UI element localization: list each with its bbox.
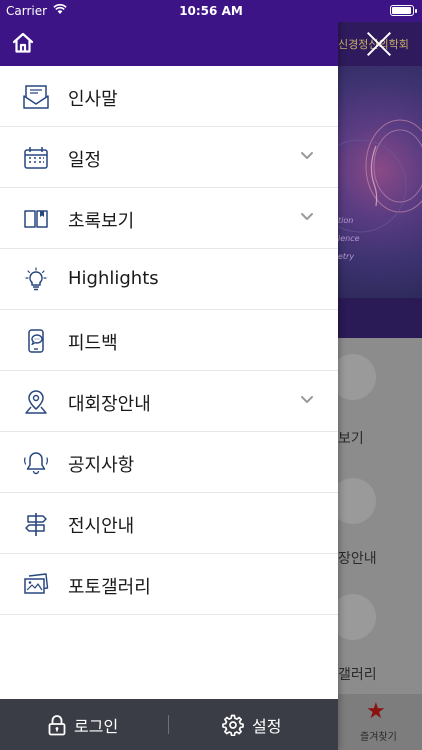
menu-item-greeting[interactable]: 인사말	[0, 66, 338, 127]
login-label: 로그인	[74, 716, 119, 736]
signpost-icon	[25, 513, 47, 536]
menu-item-venue[interactable]: 대회장안내	[0, 371, 338, 432]
star-icon: ★	[366, 699, 386, 724]
menu-item-label: 포토갤러리	[68, 577, 151, 598]
bg-strip	[338, 298, 422, 338]
gear-icon	[222, 714, 244, 736]
menu-item-label: 피드백	[68, 333, 118, 354]
face-silhouette-image	[338, 119, 422, 233]
menu-item-label: 인사말	[68, 89, 118, 110]
menu-item-label: 공지사항	[68, 455, 135, 476]
menu-item-exhibition[interactable]: 전시안내	[0, 493, 338, 554]
feedback-icon	[28, 329, 44, 353]
bottom-bar-divider	[168, 715, 169, 734]
envelope-icon	[23, 85, 49, 109]
bg-banner: tion ience etry	[338, 66, 422, 298]
close-drawer-button[interactable]	[365, 30, 393, 58]
map-pin-icon	[25, 390, 47, 414]
home-icon[interactable]	[11, 31, 35, 55]
lightbulb-icon	[25, 267, 47, 291]
menu-item-label: Highlights	[68, 268, 159, 289]
menu-item-notices[interactable]: 공지사항	[0, 432, 338, 493]
menu-item-label: 초록보기	[68, 211, 135, 232]
bg-banner-line: etry	[338, 252, 355, 261]
menu-item-label: 대회장안내	[68, 394, 151, 415]
menu-item-highlights[interactable]: Highlights	[0, 249, 338, 310]
menu-list: 인사말 일정 초록보기 Highlights 피드백 대회장안내 공지사항 전시…	[0, 66, 338, 615]
status-time: 10:56 AM	[179, 4, 243, 18]
menu-item-schedule[interactable]: 일정	[0, 127, 338, 188]
status-bar: Carrier 10:56 AM	[0, 0, 422, 22]
bg-tile-label: 갤러리	[338, 667, 377, 683]
bg-tile-icon	[338, 478, 376, 524]
settings-button[interactable]: 설정	[222, 699, 281, 750]
battery-icon	[390, 5, 417, 16]
drawer-bottom-bar: 로그인 설정	[0, 699, 338, 750]
bg-tile-label: 장안내	[338, 551, 377, 567]
bg-banner-line: ience	[338, 234, 360, 243]
bg-tile-icon	[338, 354, 376, 400]
photos-icon	[24, 573, 49, 594]
menu-item-abstracts[interactable]: 초록보기	[0, 188, 338, 249]
background-app: 신경정신의학회 tion ience etry 보기 장안내 갤러리 ★ 즐겨찾…	[338, 0, 422, 750]
chevron-down-icon[interactable]	[299, 211, 315, 223]
chevron-down-icon[interactable]	[299, 394, 315, 406]
bg-body: 보기 장안내 갤러리	[338, 338, 422, 694]
calendar-icon	[24, 147, 48, 169]
chevron-down-icon[interactable]	[299, 150, 315, 162]
menu-item-photo-gallery[interactable]: 포토갤러리	[0, 554, 338, 615]
side-drawer: 인사말 일정 초록보기 Highlights 피드백 대회장안내 공지사항 전시…	[0, 0, 338, 750]
lock-icon	[48, 714, 66, 735]
bg-tile-icon	[338, 594, 376, 640]
settings-label: 설정	[252, 716, 282, 736]
bg-tile-label: 보기	[338, 431, 364, 447]
menu-item-label: 전시안내	[68, 516, 135, 537]
bg-banner-line: tion	[338, 216, 354, 225]
menu-item-feedback[interactable]: 피드백	[0, 310, 338, 371]
menu-item-label: 일정	[68, 150, 102, 171]
bell-icon	[24, 452, 48, 475]
book-icon	[24, 210, 48, 228]
login-button[interactable]: 로그인	[48, 699, 118, 750]
bg-tab-favorites: 즐겨찾기	[360, 732, 397, 743]
